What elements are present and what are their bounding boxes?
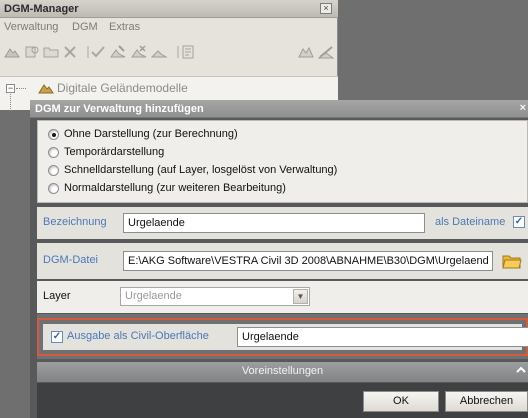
- terrain-merge-icon[interactable]: [298, 45, 314, 61]
- terrain-model-icon: [38, 82, 54, 94]
- dialog-title: DGM zur Verwaltung hinzufügen: [35, 103, 204, 115]
- civil-output-panel: ✓ Ausgabe als Civil-Oberfläche Urgelaend…: [43, 324, 528, 350]
- manager-toolbar: [0, 42, 338, 64]
- browse-folder-icon[interactable]: [502, 252, 522, 270]
- layer-label: Layer: [43, 290, 71, 302]
- dgm-datei-row: DGM-Datei E:\AKG Software\VESTRA Civil 3…: [37, 243, 528, 279]
- dialog-button-bar: OK Abbrechen: [37, 383, 528, 418]
- manager-menu-bar: Verwaltung DGM Extras: [0, 20, 338, 36]
- option-label: Normaldarstellung (zur weiteren Bearbeit…: [64, 182, 286, 194]
- civil-output-checkbox[interactable]: ✓: [51, 331, 63, 343]
- dgm-datei-input[interactable]: E:\AKG Software\VESTRA Civil 3D 2008\ABN…: [123, 251, 493, 271]
- chevron-down-icon[interactable]: ▼: [293, 289, 308, 304]
- delete-icon[interactable]: [62, 45, 78, 61]
- dgm-datei-label: DGM-Datei: [43, 254, 99, 266]
- dialog-close-icon[interactable]: ×: [520, 102, 526, 114]
- als-dateiname-label: als Dateiname: [435, 216, 506, 228]
- option-label: Ohne Darstellung (zur Berechnung): [64, 128, 238, 140]
- radio-button[interactable]: [48, 129, 59, 140]
- option-label: Schnelldarstellung (auf Layer, losgelöst…: [64, 164, 338, 176]
- option-label: Temporärdarstellung: [64, 146, 165, 158]
- terrain-small-icon[interactable]: [150, 45, 168, 61]
- import-icon[interactable]: [24, 45, 40, 61]
- add-dgm-dialog: DGM zur Verwaltung hinzufügen × Ohne Dar…: [30, 100, 528, 418]
- manager-close-icon[interactable]: ×: [320, 3, 332, 14]
- highlight-frame: ✓ Ausgabe als Civil-Oberfläche Urgelaend…: [37, 318, 528, 356]
- tree-collapse-icon[interactable]: −: [6, 84, 15, 93]
- terrain-icon[interactable]: [4, 45, 20, 61]
- tree-node-digitale-gelaendemodelle[interactable]: Digitale Geländemodelle: [57, 81, 188, 95]
- terrain-edit-icon[interactable]: [110, 45, 126, 61]
- bezeichnung-input[interactable]: Urgelaende: [123, 213, 425, 233]
- radio-button[interactable]: [48, 147, 59, 158]
- menu-dgm[interactable]: DGM: [72, 21, 98, 33]
- dialog-title-bar[interactable]: DGM zur Verwaltung hinzufügen ×: [30, 100, 528, 118]
- bezeichnung-row: Bezeichnung Urgelaende als Dateiname ✓: [37, 207, 528, 239]
- layer-select[interactable]: Urgelaende ▼: [120, 287, 310, 306]
- bezeichnung-label: Bezeichnung: [43, 216, 107, 228]
- tree-connector-vertical: [10, 94, 11, 111]
- cancel-button[interactable]: Abbrechen: [445, 391, 528, 412]
- terrain-cut-icon[interactable]: [317, 45, 335, 61]
- collapse-up-icon[interactable]: [516, 365, 526, 377]
- check-icon[interactable]: [90, 45, 106, 61]
- voreinstellungen-bar[interactable]: Voreinstellungen: [37, 362, 528, 382]
- civil-output-label: Ausgabe als Civil-Oberfläche: [67, 330, 209, 342]
- display-options-group: Ohne Darstellung (zur Berechnung) Tempor…: [37, 120, 528, 203]
- voreinstellungen-label: Voreinstellungen: [241, 365, 324, 377]
- terrain-remove-icon[interactable]: [131, 45, 147, 61]
- civil-output-row: ✓ Ausgabe als Civil-Oberfläche Urgelaend…: [37, 314, 528, 359]
- layer-row: Layer Urgelaende ▼: [37, 281, 528, 313]
- manager-title: DGM-Manager: [4, 3, 79, 15]
- radio-button[interactable]: [48, 183, 59, 194]
- menu-verwaltung[interactable]: Verwaltung: [4, 21, 58, 33]
- ok-button[interactable]: OK: [363, 391, 439, 412]
- tree-connector: [16, 88, 26, 89]
- radio-button[interactable]: [48, 165, 59, 176]
- folder-icon[interactable]: [43, 45, 59, 61]
- properties-icon[interactable]: [180, 45, 196, 61]
- civil-output-name-input[interactable]: Urgelaende: [237, 327, 528, 347]
- dgm-manager-window: DGM-Manager × Verwaltung DGM Extras − Di…: [0, 0, 338, 111]
- als-dateiname-checkbox[interactable]: ✓: [513, 216, 525, 228]
- menu-extras[interactable]: Extras: [109, 21, 140, 33]
- manager-title-bar[interactable]: DGM-Manager ×: [0, 0, 338, 18]
- layer-select-value: Urgelaende: [125, 290, 182, 302]
